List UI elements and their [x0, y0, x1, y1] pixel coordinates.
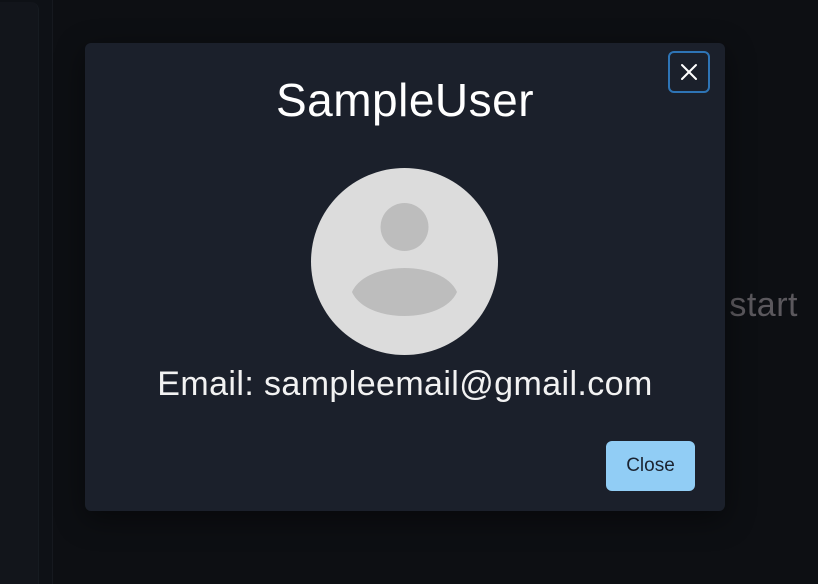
- close-button[interactable]: Close: [606, 441, 695, 491]
- user-avatar-placeholder-icon: [352, 203, 457, 316]
- app-window: o start SampleUser Email: sampleemail@gm…: [0, 0, 818, 584]
- modal-title: SampleUser: [275, 74, 535, 126]
- user-email: Email: sampleemail@gmail.com: [157, 365, 653, 403]
- user-profile-modal: SampleUser Email: sampleemail@gmail.com …: [85, 43, 725, 511]
- avatar: [311, 168, 498, 355]
